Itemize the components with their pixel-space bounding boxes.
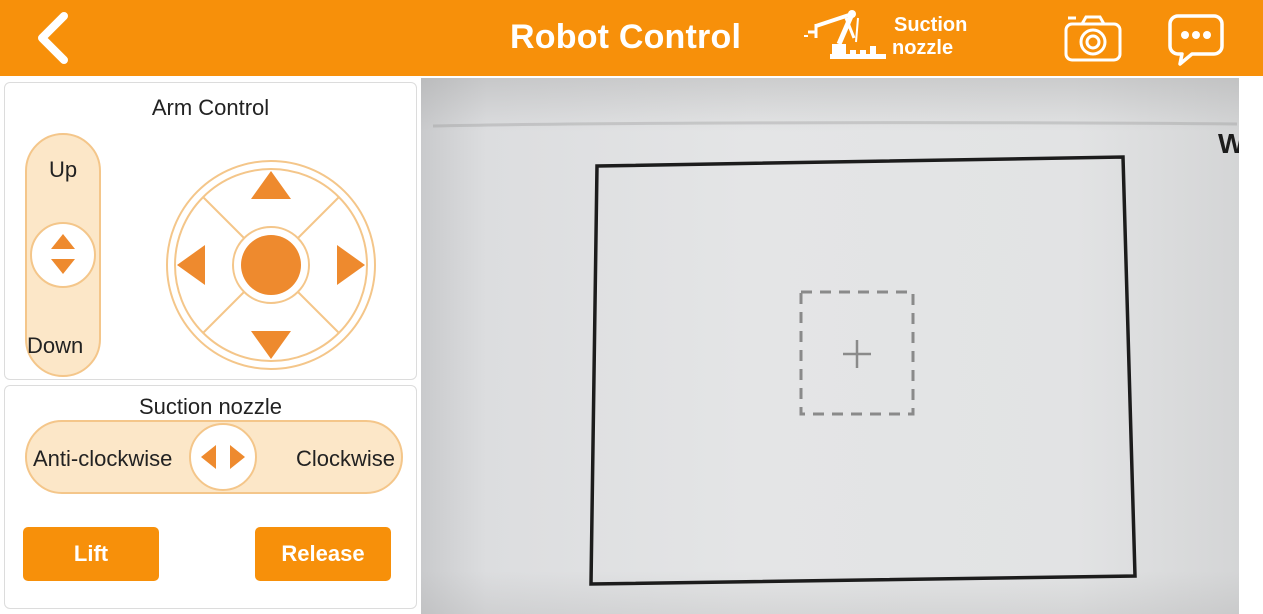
robot-arm-icon [804, 10, 886, 59]
direction-pad[interactable] [163, 157, 379, 373]
suction-nozzle-panel: Suction nozzle Anti-clockwise Clockwise … [4, 385, 417, 609]
up-label: Up [48, 157, 78, 182]
edge-glyph: W [1218, 128, 1239, 159]
mode-label-line1: Suction [894, 14, 968, 36]
page-title: Robot Control [510, 18, 742, 56]
center-button[interactable] [241, 235, 301, 295]
chat-button[interactable] [1168, 12, 1224, 66]
back-button[interactable] [28, 10, 78, 66]
anti-clockwise-label: Anti-clockwise [33, 446, 173, 471]
rotation-slider[interactable]: Anti-clockwise Clockwise [25, 420, 403, 494]
rotation-slider-knob[interactable] [189, 423, 257, 491]
camera-button[interactable] [1062, 14, 1124, 64]
vertical-slider-knob[interactable] [30, 222, 96, 288]
release-button[interactable]: Release [255, 527, 391, 581]
arm-control-title: Arm Control [151, 95, 270, 120]
suction-nozzle-title: Suction nozzle [138, 394, 283, 419]
vertical-slider[interactable]: Up Down [25, 133, 101, 377]
up-down-arrows-icon [51, 234, 75, 274]
down-label: Down [27, 333, 84, 358]
plus-crosshair-icon [843, 340, 871, 368]
back-chevron-icon [38, 12, 68, 64]
left-right-arrows-icon [201, 445, 245, 469]
suction-mode-button[interactable]: Suction nozzle [796, 8, 986, 68]
right-edge-strip [1239, 78, 1263, 614]
top-bar: Robot Control Suction nozzle [0, 0, 1263, 76]
camera-feed[interactable]: W [421, 78, 1239, 614]
arm-control-panel: Arm Control Up Down [4, 82, 417, 380]
clockwise-label: Clockwise [295, 446, 395, 471]
chat-bubble-icon [1168, 14, 1224, 66]
camera-overlay [432, 121, 1238, 586]
mode-label-line2: nozzle [892, 37, 954, 59]
camera-icon [1064, 15, 1122, 62]
lift-button[interactable]: Lift [23, 527, 159, 581]
mode-label: Suction nozzle [892, 14, 967, 60]
